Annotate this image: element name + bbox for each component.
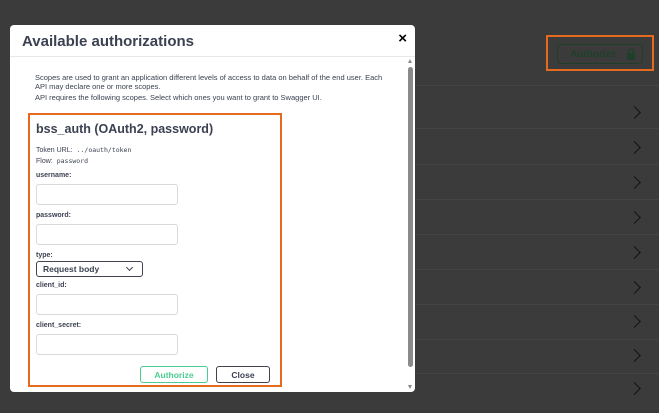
chevron-right-icon[interactable] — [628, 246, 641, 259]
scopes-description: Scopes are used to grant an application … — [35, 73, 383, 91]
scopes-instruction: API requires the following scopes. Selec… — [35, 93, 322, 102]
authorize-button[interactable]: Authorize — [140, 366, 208, 383]
page-authorize-label: Authorize — [570, 48, 617, 60]
password-field[interactable] — [36, 224, 178, 245]
chevron-right-icon[interactable] — [628, 315, 641, 328]
page-authorize-button[interactable]: Authorize — [557, 44, 643, 64]
flow-value: password — [56, 157, 89, 165]
chevron-right-icon[interactable] — [628, 349, 641, 362]
auth-scheme-title: bss_auth (OAuth2, password) — [36, 122, 214, 136]
divider — [416, 234, 659, 235]
client-secret-field[interactable] — [36, 334, 178, 355]
token-url-row: Token URL: ../oauth/token — [36, 146, 131, 154]
flow-row: Flow: password — [36, 157, 88, 165]
chevron-down-icon — [125, 263, 134, 272]
modal-scrollbar[interactable] — [408, 59, 413, 389]
username-label: username: — [36, 172, 72, 179]
client-id-field[interactable] — [36, 294, 178, 315]
close-icon[interactable]: × — [398, 30, 407, 47]
divider — [416, 199, 659, 200]
divider — [416, 164, 659, 165]
token-url-label: Token URL: — [36, 147, 73, 154]
flow-label: Flow: — [36, 158, 53, 165]
password-label: password: — [36, 212, 72, 219]
divider — [416, 304, 659, 305]
username-field[interactable] — [36, 184, 178, 205]
scroll-down-icon[interactable] — [408, 385, 412, 389]
type-selected-value: Request body — [43, 264, 100, 274]
close-button[interactable]: Close — [216, 366, 270, 383]
divider — [416, 269, 659, 270]
chevron-right-icon[interactable] — [628, 106, 641, 119]
scroll-up-icon[interactable] — [408, 59, 412, 63]
scroll-thumb[interactable] — [408, 67, 413, 367]
modal-title: Available authorizations — [22, 33, 194, 50]
divider — [416, 128, 659, 129]
type-select[interactable]: Request body — [36, 261, 143, 277]
divider — [416, 339, 659, 340]
oauth-auth-section: bss_auth (OAuth2, password) Token URL:..… — [28, 113, 282, 387]
chevron-right-icon[interactable] — [628, 211, 641, 224]
type-label: type: — [36, 252, 53, 259]
client-id-label: client_id: — [36, 282, 67, 289]
chevron-right-icon[interactable] — [628, 141, 641, 154]
chevron-right-icon[interactable] — [628, 176, 641, 189]
lock-icon — [627, 48, 636, 60]
client-secret-label: client_secret: — [36, 322, 82, 329]
token-url-value: ../oauth/token — [76, 146, 132, 154]
divider — [416, 373, 659, 374]
modal-header: Available authorizations × — [10, 25, 415, 57]
chevron-right-icon[interactable] — [628, 382, 641, 395]
divider — [416, 85, 659, 86]
authorize-highlight-box: Authorize — [546, 35, 654, 71]
chevron-right-icon[interactable] — [628, 281, 641, 294]
